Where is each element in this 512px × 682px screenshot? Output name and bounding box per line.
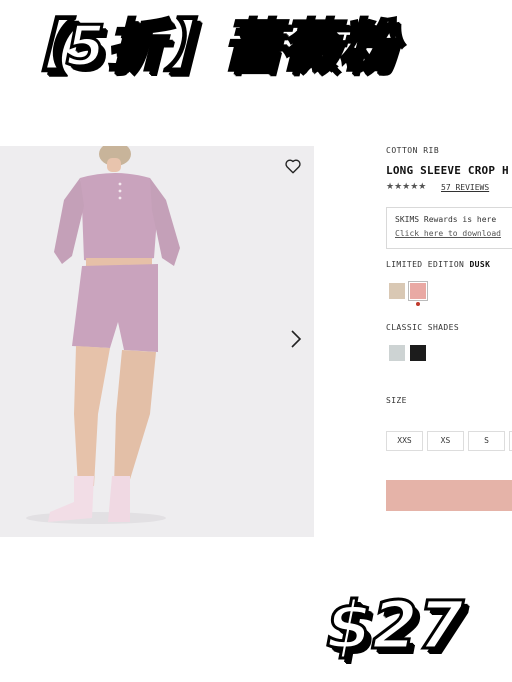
rating-stars: ★★★★★ <box>386 182 427 192</box>
limited-edition-label: LIMITED EDITION DUSK <box>386 260 490 269</box>
black-swatch[interactable] <box>410 345 426 361</box>
rewards-download-link[interactable]: Click here to download <box>395 229 501 238</box>
selected-indicator-dot <box>416 302 420 306</box>
promo-banner-title: 【5折】蔷薇粉 <box>7 13 397 81</box>
rewards-banner[interactable]: SKIMS Rewards is here Click here to down… <box>386 207 512 249</box>
size-label: SIZE <box>386 396 407 405</box>
product-collection: COTTON RIB <box>386 146 440 155</box>
add-to-bag-button[interactable] <box>386 480 512 511</box>
classic-shades-label: CLASSIC SHADES <box>386 323 460 332</box>
size-option-xs[interactable]: XS <box>427 431 464 451</box>
model-illustration <box>26 146 180 524</box>
size-option-xxs[interactable]: XXS <box>386 431 423 451</box>
product-title: LONG SLEEVE CROP H <box>386 164 509 177</box>
light-gray-swatch[interactable] <box>389 345 405 361</box>
heart-icon[interactable] <box>284 157 302 175</box>
reviews-link[interactable]: 57 REVIEWS <box>441 183 489 192</box>
limited-edition-text: LIMITED EDITION <box>386 260 465 269</box>
sand-swatch[interactable] <box>389 283 405 299</box>
size-option-s[interactable]: S <box>468 431 505 451</box>
sale-price: $27 <box>325 586 466 666</box>
selected-color-name: DUSK <box>469 260 491 269</box>
rewards-text: SKIMS Rewards is here <box>395 215 497 224</box>
chevron-right-icon[interactable] <box>287 328 305 350</box>
dusk-swatch[interactable] <box>410 283 426 299</box>
product-image[interactable] <box>0 146 314 537</box>
product-info-panel: COTTON RIB LONG SLEEVE CROP H ★★★★★ 57 R… <box>386 140 512 520</box>
